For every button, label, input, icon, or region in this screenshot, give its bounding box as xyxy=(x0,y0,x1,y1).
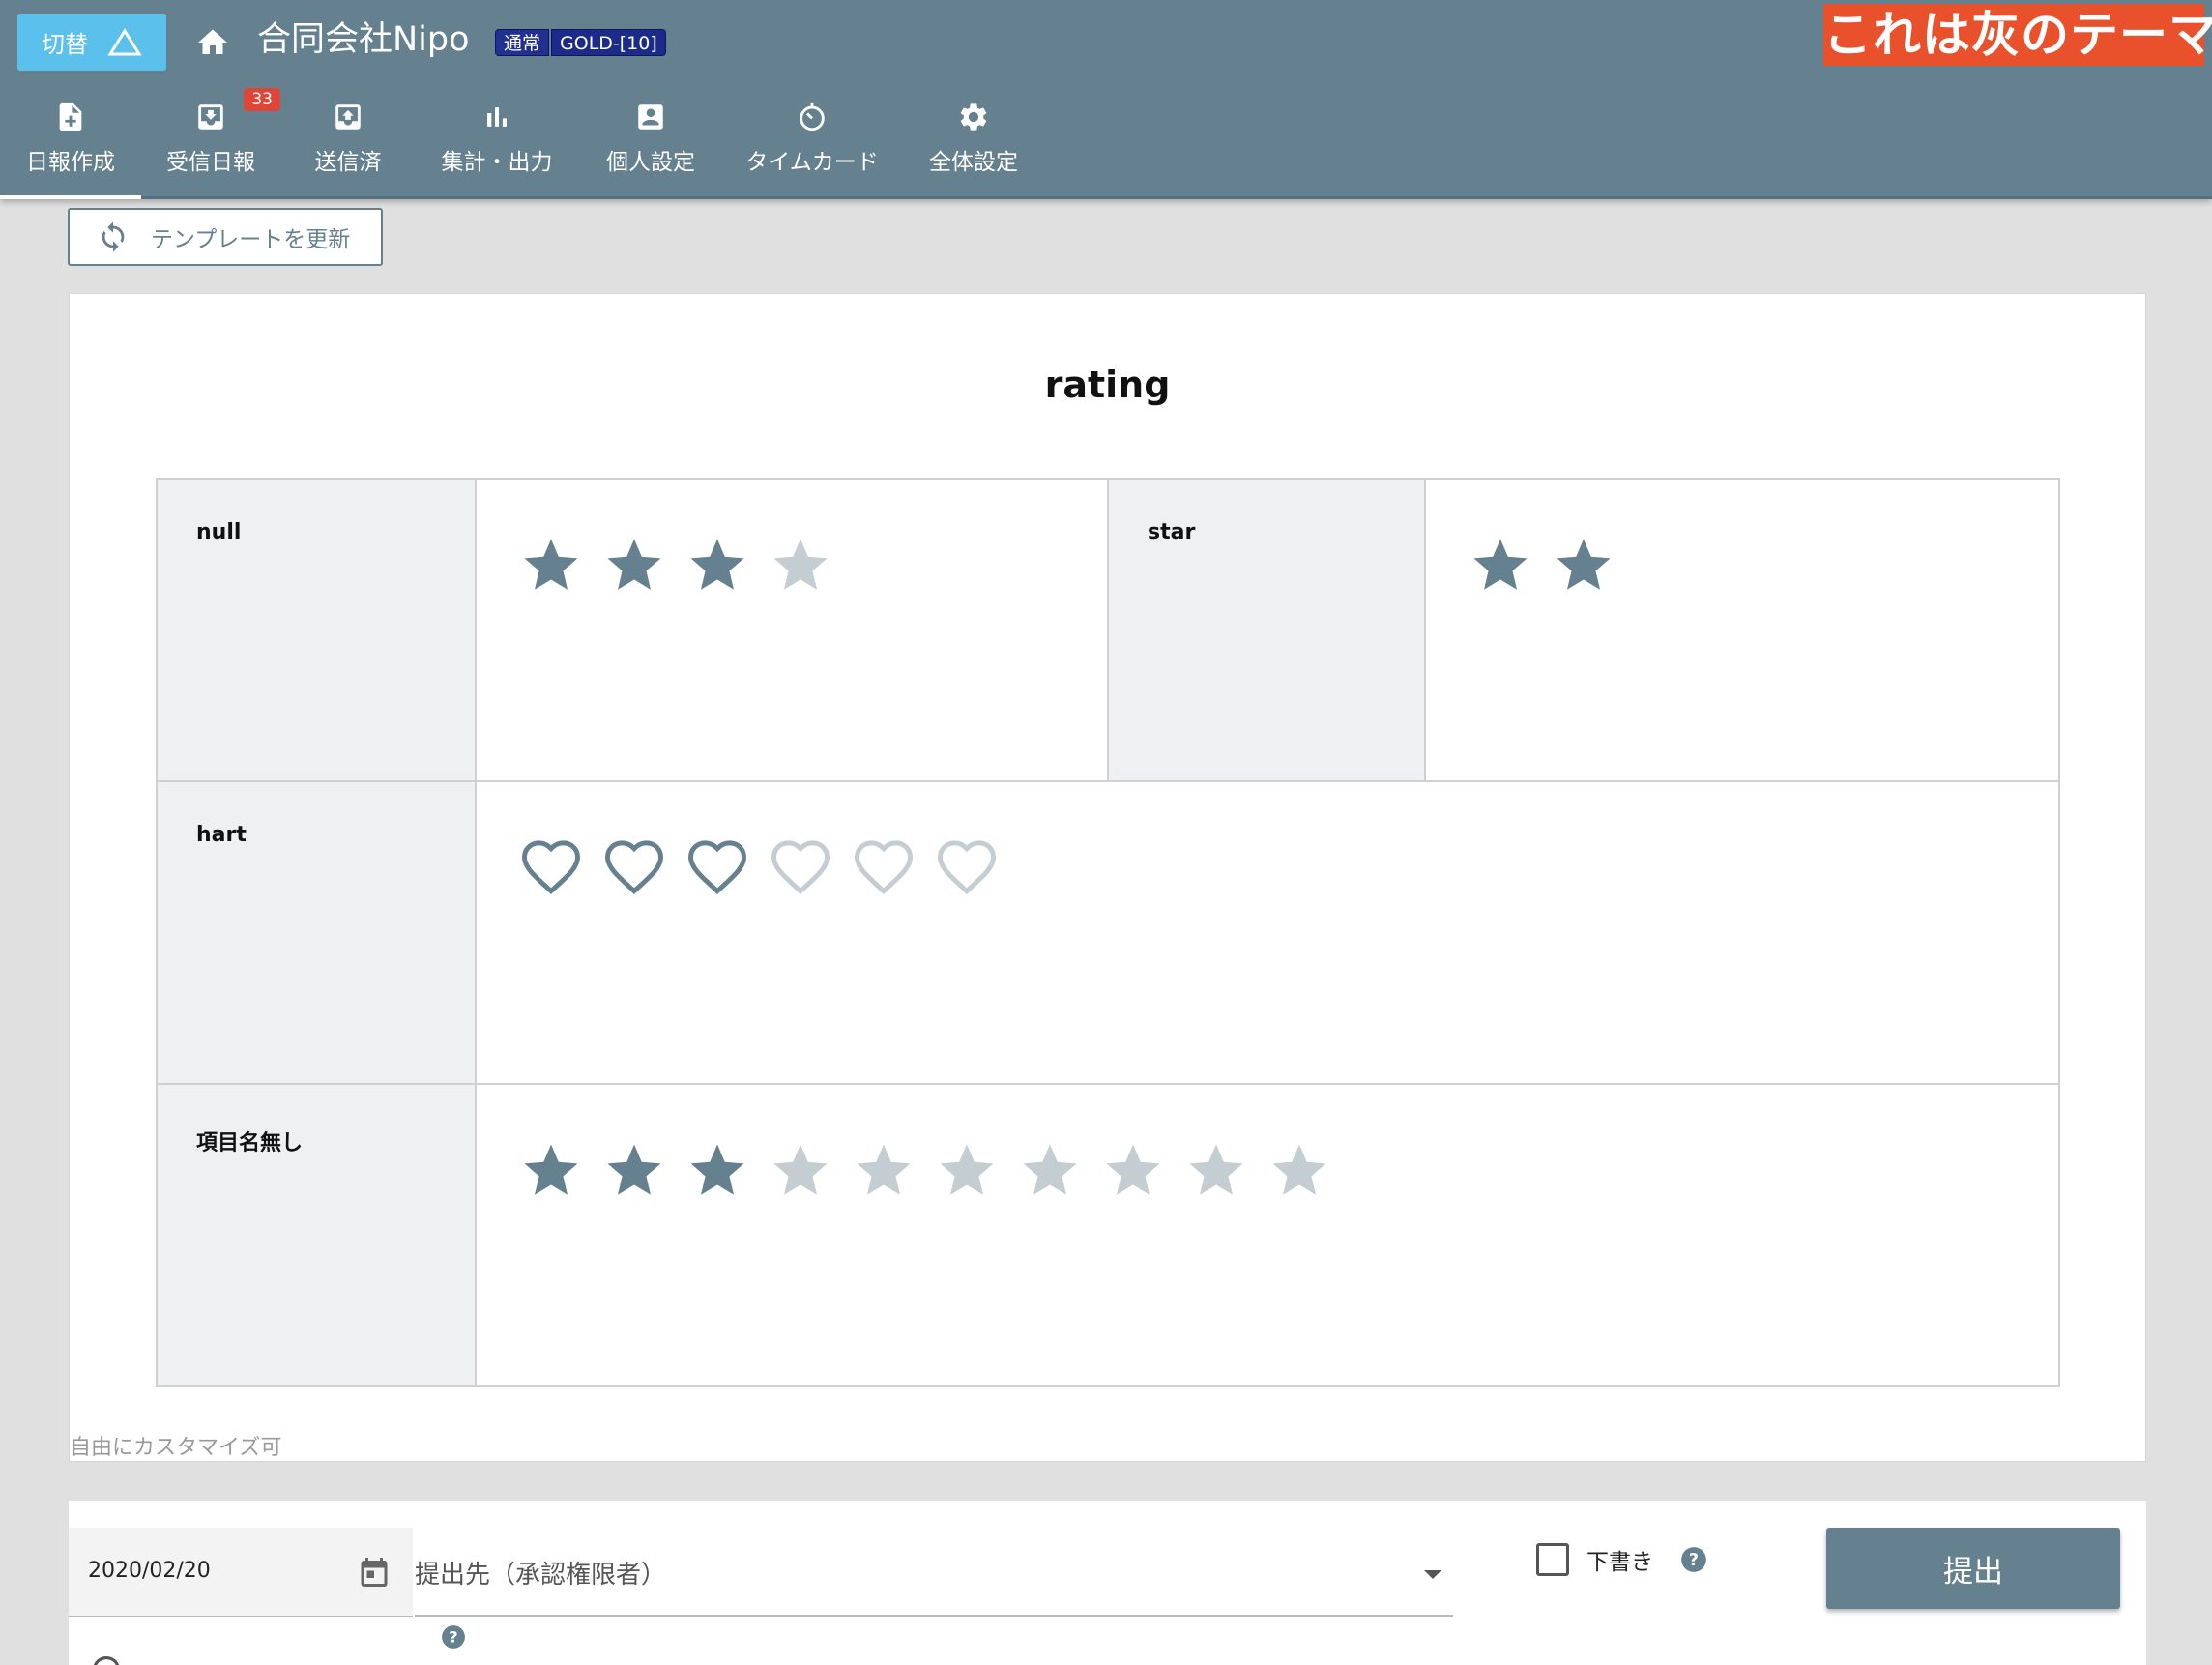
rating-cell xyxy=(477,1085,2058,1385)
star-icon[interactable] xyxy=(519,534,583,598)
sync-icon xyxy=(102,221,125,252)
bar-chart-icon xyxy=(487,107,507,127)
nav-item-timecard[interactable]: タイムカード xyxy=(723,95,901,199)
nav-label: 集計・出力 xyxy=(441,150,553,175)
nav-label: 受信日報 xyxy=(166,150,255,175)
draft-label: 下書き xyxy=(1586,1550,1653,1575)
field-label-cell: null xyxy=(158,480,477,782)
gear-icon xyxy=(960,103,987,131)
star-icon[interactable] xyxy=(685,534,749,598)
unread-count-badge: 33 xyxy=(244,88,280,111)
submit-button[interactable]: 提出 xyxy=(1826,1528,2120,1609)
heart-icon[interactable] xyxy=(769,836,832,900)
star-icon[interactable] xyxy=(852,1139,916,1203)
app-header: 切替 合同会社Nipo 通常 GOLD-[10] これは灰のテーマ 日報作成 受… xyxy=(0,0,2212,199)
help-icon[interactable] xyxy=(92,1655,121,1665)
nav-label: タイムカード xyxy=(745,150,879,175)
report-form-card: rating null star hart 項目名無し 自由にカスタマイズ可 xyxy=(69,293,2146,1462)
star-icon[interactable] xyxy=(769,534,832,598)
draft-checkbox[interactable] xyxy=(1536,1543,1569,1576)
update-template-button[interactable]: テンプレートを更新 xyxy=(68,208,383,266)
star-icon[interactable] xyxy=(602,1139,666,1203)
nav-label: 日報作成 xyxy=(26,150,115,175)
plan-badge-type: 通常 xyxy=(495,29,550,56)
heart-icon[interactable] xyxy=(519,836,583,900)
rating-cell xyxy=(1426,480,2058,782)
star-icon[interactable] xyxy=(1018,1139,1082,1203)
field-label-cell: star xyxy=(1109,480,1426,782)
help-icon[interactable]: ? xyxy=(1680,1546,1707,1573)
nav-item-aggregate-export[interactable]: 集計・出力 xyxy=(416,95,578,199)
star-icon[interactable] xyxy=(1101,1139,1165,1203)
destination-placeholder: 提出先（承認権限者） xyxy=(415,1561,667,1590)
field-label: 項目名無し xyxy=(196,1131,304,1155)
star-icon[interactable] xyxy=(1552,534,1615,598)
heart-rating-hart[interactable] xyxy=(519,836,999,900)
destination-select[interactable]: 提出先（承認権限者） xyxy=(415,1528,1453,1617)
file-plus-icon xyxy=(59,102,82,131)
timer-icon xyxy=(800,102,825,131)
inbox-icon xyxy=(198,104,223,130)
calendar-icon[interactable] xyxy=(357,1555,392,1590)
nav-item-create-report[interactable]: 日報作成 xyxy=(0,95,141,199)
home-icon[interactable] xyxy=(193,25,232,60)
submit-label: 提出 xyxy=(1943,1554,2003,1590)
star-icon[interactable] xyxy=(685,1139,749,1203)
nav-label: 全体設定 xyxy=(929,150,1018,175)
star-rating-null[interactable] xyxy=(519,534,832,598)
date-field[interactable]: 2020/02/20 xyxy=(69,1528,413,1617)
update-template-label: テンプレートを更新 xyxy=(151,227,351,252)
nav-item-received-reports[interactable]: 受信日報 33 xyxy=(141,88,280,199)
theme-label: これは灰のテーマ xyxy=(1823,4,2212,66)
triangle-icon xyxy=(107,27,142,55)
main-nav: 日報作成 受信日報 33 送信済 集計・出力 個人設定 タイムカード 全体設定 xyxy=(0,88,1046,199)
field-label-cell: hart xyxy=(158,782,477,1085)
star-rating-star[interactable] xyxy=(1469,534,1615,598)
nav-item-global-settings[interactable]: 全体設定 xyxy=(901,95,1046,199)
switch-button[interactable]: 切替 xyxy=(17,14,166,71)
nav-item-personal-settings[interactable]: 個人設定 xyxy=(578,95,723,199)
svg-text:?: ? xyxy=(449,1627,457,1646)
company-name: 合同会社Nipo xyxy=(257,20,470,59)
star-rating-unnamed[interactable] xyxy=(519,1139,1331,1203)
nav-label: 個人設定 xyxy=(606,150,695,175)
heart-icon[interactable] xyxy=(852,836,916,900)
field-label: null xyxy=(196,520,242,544)
switch-label: 切替 xyxy=(42,31,88,58)
star-icon[interactable] xyxy=(1184,1139,1248,1203)
account-box-icon xyxy=(638,104,663,130)
star-icon[interactable] xyxy=(1469,534,1532,598)
rating-table: null star hart 項目名無し xyxy=(156,478,2060,1387)
field-label: hart xyxy=(196,823,247,847)
star-icon[interactable] xyxy=(602,534,666,598)
svg-text:?: ? xyxy=(1689,1551,1699,1570)
nav-label: 送信済 xyxy=(314,150,382,175)
help-icon[interactable]: ? xyxy=(441,1624,466,1650)
dropdown-caret-icon xyxy=(1424,1570,1441,1579)
rating-cell xyxy=(477,782,2058,1085)
date-value: 2020/02/20 xyxy=(88,1559,211,1583)
outbox-icon xyxy=(335,104,361,130)
customizable-note: 自由にカスタマイズ可 xyxy=(70,1436,282,1460)
field-label: star xyxy=(1148,520,1196,544)
nav-item-sent[interactable]: 送信済 xyxy=(280,95,416,199)
star-icon[interactable] xyxy=(1267,1139,1331,1203)
field-label-cell: 項目名無し xyxy=(158,1085,477,1385)
rating-cell xyxy=(477,480,1109,782)
star-icon[interactable] xyxy=(935,1139,999,1203)
form-title: rating xyxy=(1044,364,1171,406)
heart-icon[interactable] xyxy=(602,836,666,900)
heart-icon[interactable] xyxy=(935,836,999,900)
star-icon[interactable] xyxy=(519,1139,583,1203)
submission-panel: 2020/02/20 提出先（承認権限者） ? 下書き ? 提出 xyxy=(69,1501,2146,1665)
plan-badge-grade: GOLD-[10] xyxy=(551,29,666,56)
plan-badges: 通常 GOLD-[10] xyxy=(495,29,666,56)
heart-icon[interactable] xyxy=(685,836,749,900)
star-icon[interactable] xyxy=(769,1139,832,1203)
